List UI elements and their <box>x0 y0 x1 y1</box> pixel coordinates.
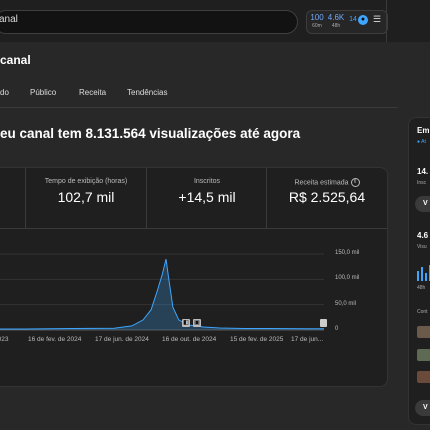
mini-bar <box>417 271 419 281</box>
kpi-revenue[interactable]: Receita estimada ¢ R$ 2.525,64 <box>267 168 387 228</box>
views-metric: 4.6 <box>417 231 429 240</box>
x-tick-label: 16 de out. de 2024 <box>162 336 217 343</box>
kpi-label: Tempo de exibição (horas) <box>44 178 128 185</box>
video-thumbnail[interactable] <box>417 349 430 361</box>
x-tick-label: 15 de fev. de 2025 <box>230 336 284 343</box>
mini-bar <box>425 273 427 281</box>
video-thumbnail[interactable] <box>417 326 430 338</box>
y-tick-label: 0 <box>335 326 339 332</box>
mini-bar-chart <box>417 253 430 281</box>
views-label: Visu <box>417 244 427 250</box>
menu-icon[interactable]: ☰ <box>373 14 381 25</box>
kpi-subscribers[interactable]: Inscritos +14,5 mil <box>147 168 266 228</box>
kpi-label: Receita estimada ¢ <box>267 178 387 187</box>
video-thumbnail[interactable] <box>417 371 430 383</box>
stat-views-48h: 4.6K 48h <box>327 13 345 29</box>
view-button[interactable]: V <box>415 196 430 212</box>
topbar-divider <box>386 0 387 42</box>
kpi-value: R$ 2.525,64 <box>288 189 366 205</box>
x-tick-label: 17 de jun. de 2024 <box>95 336 149 343</box>
tab-audience[interactable]: Público <box>30 88 56 97</box>
chart-edge-marker-icon[interactable] <box>320 319 327 327</box>
x-tick-label: 2023 <box>0 336 9 343</box>
x-tick-label: 17 de jun... <box>291 336 324 343</box>
views-line-chart[interactable] <box>0 240 338 335</box>
tabs-divider <box>0 107 398 108</box>
tab-trends[interactable]: Tendências <box>127 88 167 97</box>
stat-views-60m: 100 60m <box>310 13 324 29</box>
content-section-label: Cont <box>417 309 428 315</box>
chart-nav-prev-icon[interactable]: ◧ <box>182 319 190 327</box>
kpi-watch-time[interactable]: Tempo de exibição (horas) 102,7 mil <box>26 168 146 228</box>
series-area <box>0 259 324 330</box>
notification-badge-icon[interactable]: ● <box>358 15 368 25</box>
search-input[interactable]: anal <box>0 10 298 34</box>
view-more-button[interactable]: V <box>415 400 430 416</box>
tab-overview[interactable]: do <box>0 88 9 97</box>
y-tick-label: 150,0 mil <box>335 250 360 256</box>
realtime-subtitle: ● At <box>417 139 426 145</box>
kpi-label: Inscritos <box>193 178 221 185</box>
x-tick-label: 16 de fev. de 2024 <box>28 336 82 343</box>
info-icon[interactable]: ¢ <box>350 178 360 187</box>
kpi-value: +14,5 mil <box>178 189 236 205</box>
tab-revenue[interactable]: Receita <box>79 88 106 97</box>
period-label: 48h <box>417 285 426 291</box>
realtime-card: Em ● At 14. Insc V 4.6 Visu 48h Cont V <box>408 117 430 425</box>
top-bar: anal 100 60m 4.6K 48h 14 ● ☰ <box>0 0 430 42</box>
mini-bar <box>421 267 423 281</box>
y-tick-label: 100,0 mil <box>335 275 360 282</box>
chart-nav-next-icon[interactable]: ▣ <box>193 319 201 327</box>
realtime-title: Em <box>417 126 430 135</box>
kpi-value: 102,7 mil <box>57 189 115 205</box>
search-text: anal <box>0 14 18 25</box>
views-headline: eu canal tem 8.131.564 visualizações até… <box>0 126 301 141</box>
page-title: canal <box>0 53 31 67</box>
subscribers-label: Insc <box>417 180 427 186</box>
kpi-divider <box>0 228 387 229</box>
y-tick-label: 50,0 mil <box>335 300 357 307</box>
subscribers-metric: 14. <box>417 167 429 176</box>
